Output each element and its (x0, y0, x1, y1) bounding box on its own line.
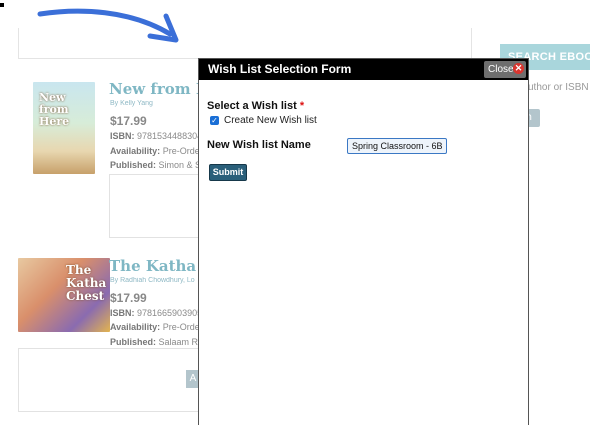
isbn-label: ISBN: (110, 131, 135, 141)
select-label-text: Select a Wish list (207, 100, 297, 112)
book-description-box (18, 348, 201, 412)
modal-header: Wish List Selection Form Close ✕ (199, 59, 528, 80)
book-description-box (109, 174, 201, 238)
new-wish-list-name-label: New Wish list Name (207, 139, 311, 151)
published-value: Simon & Sc (158, 160, 198, 170)
book-published: Published: Salaam Rea (110, 337, 198, 347)
wish-list-modal: Wish List Selection Form Close ✕ Select … (198, 58, 529, 425)
book-cover-new-from-here[interactable]: New from Here (33, 82, 95, 174)
published-value: Salaam Rea (158, 337, 198, 347)
book-cover-katha-chest[interactable]: The Katha Chest (18, 258, 110, 332)
cover-title-text: New from Here (39, 91, 70, 128)
book-title-link[interactable]: The Katha Che (109, 257, 199, 275)
close-button[interactable]: Close ✕ (484, 61, 526, 78)
availability-label: Availability: (110, 322, 161, 332)
book-availability: Availability: Pre-Order (110, 322, 198, 332)
close-label: Close (488, 64, 514, 75)
book-isbn: ISBN: 9781534488304 (110, 131, 198, 141)
book-isbn: ISBN: 9781665903905 (110, 308, 198, 318)
close-icon: ✕ (513, 63, 524, 74)
book-availability: Availability: Pre-Order (110, 146, 198, 156)
cover-title-text: The Katha Chest (66, 263, 107, 303)
isbn-value: 9781534488304 (137, 131, 198, 141)
book-price: $17.99 (110, 291, 147, 305)
availability-label: Availability: (110, 146, 161, 156)
create-new-wish-list-label[interactable]: Create New Wish list (224, 115, 317, 126)
book-author-link[interactable]: By Kelly Yang (110, 100, 198, 107)
book-price: $17.99 (110, 114, 147, 128)
book-author-link[interactable]: By Radhiah Chowdhury, Lo (110, 277, 198, 284)
new-wish-list-name-input[interactable]: Spring Classroom - 6B (347, 138, 447, 154)
checkbox-checked-icon: ✓ (211, 116, 218, 125)
published-label: Published: (110, 337, 157, 347)
create-new-wish-list-checkbox[interactable]: ✓ (210, 116, 219, 125)
availability-value: Pre-Order (162, 146, 198, 156)
modal-title: Wish List Selection Form (208, 62, 352, 76)
isbn-label: ISBN: (110, 308, 135, 318)
book-title-link[interactable]: New from Her (109, 80, 199, 98)
published-label: Published: (110, 160, 157, 170)
search-hint-text: uthor or ISBN (528, 82, 589, 93)
annotation-arrow-icon (37, 8, 179, 43)
select-wish-list-label: Select a Wish list * (207, 100, 304, 112)
isbn-value: 9781665903905 (137, 308, 198, 318)
availability-value: Pre-Order (162, 322, 198, 332)
submit-button[interactable]: Submit (209, 164, 247, 181)
required-mark: * (299, 100, 305, 112)
book-published: Published: Simon & Sc (110, 160, 198, 170)
